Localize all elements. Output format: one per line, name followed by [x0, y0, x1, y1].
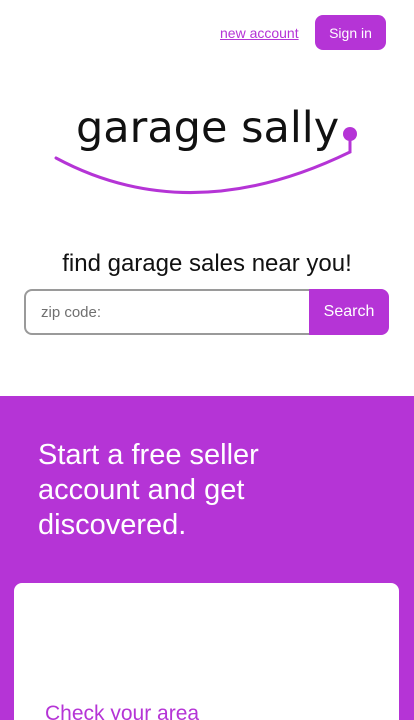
promo-card: Check your area — [14, 583, 399, 720]
smile-curve-icon — [54, 127, 357, 194]
check-your-area-link[interactable]: Check your area — [45, 701, 199, 720]
zip-code-input[interactable] — [24, 289, 309, 335]
promo-heading: Start a free seller account and get disc… — [38, 439, 259, 541]
search-button[interactable]: Search — [309, 289, 389, 335]
home-page: new account Sign in garage sally find ga… — [0, 0, 414, 720]
seller-promo-section: Start a free seller account and get disc… — [0, 396, 414, 720]
tagline: find garage sales near you! — [62, 250, 352, 277]
zip-search-form: Search — [24, 289, 389, 335]
garage-sally-logo: garage sally — [0, 0, 414, 220]
